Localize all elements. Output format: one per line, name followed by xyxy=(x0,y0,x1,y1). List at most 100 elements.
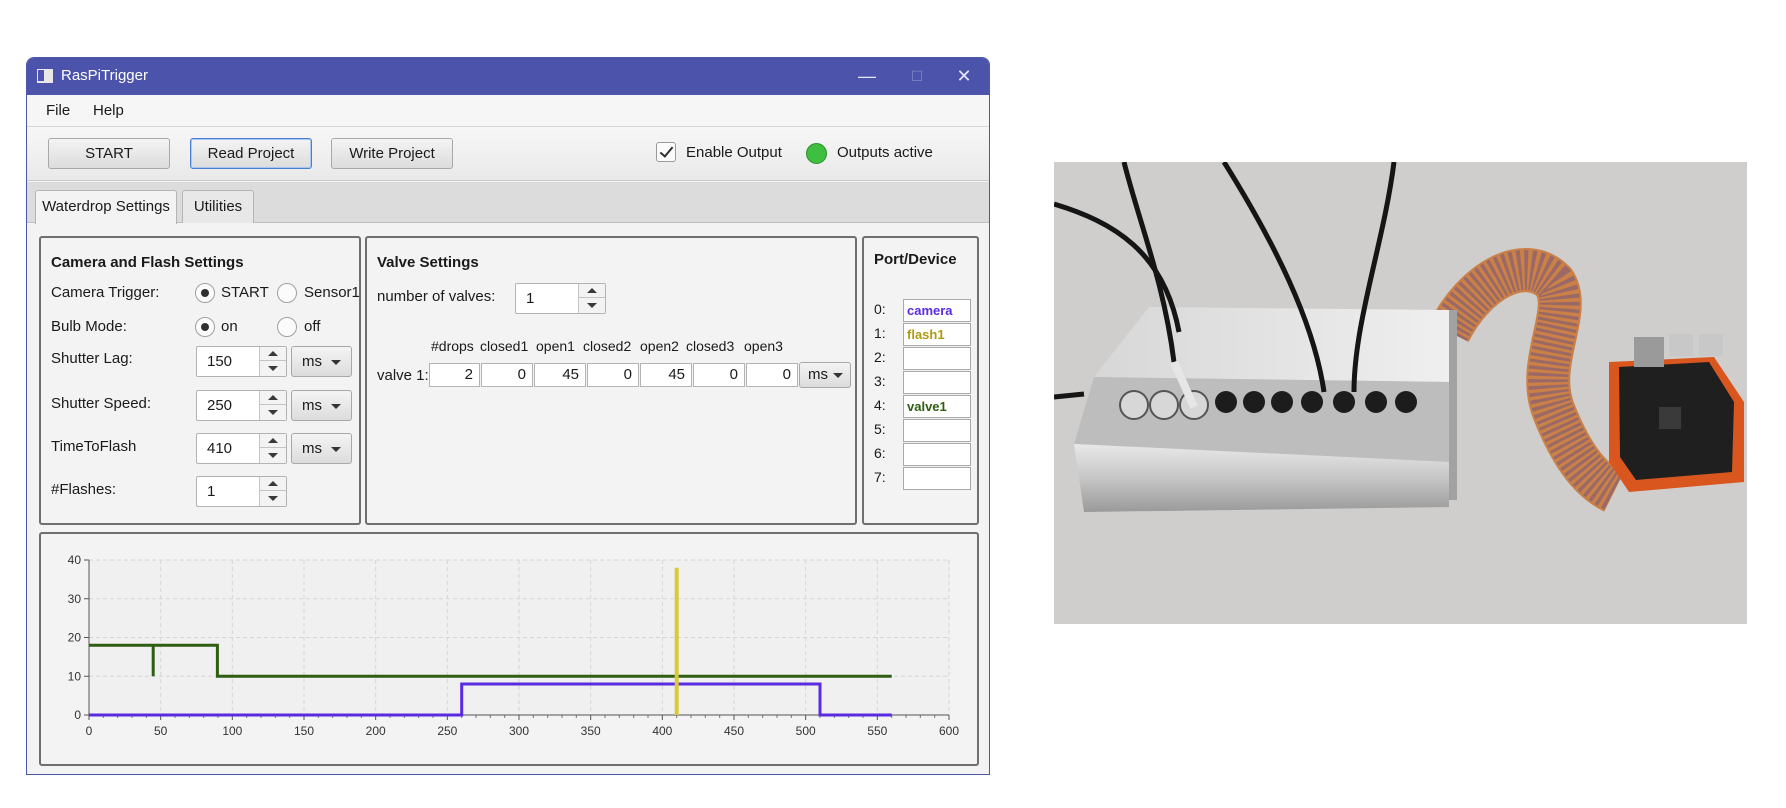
tab-utilities[interactable]: Utilities xyxy=(182,190,254,223)
port-device-field[interactable] xyxy=(903,371,971,394)
shutter-lag-label: Shutter Lag: xyxy=(51,350,133,367)
close-button[interactable]: ✕ xyxy=(939,58,989,95)
col-header-open3: open3 xyxy=(744,338,783,354)
col-header-closed1: closed1 xyxy=(480,338,529,354)
camera-trigger-label: Camera Trigger: xyxy=(51,284,160,301)
time-to-flash-label: TimeToFlash xyxy=(51,438,137,455)
num-valves-value: 1 xyxy=(526,290,535,307)
app-window: RasPiTrigger — ☐ ✕ File Help START Read … xyxy=(26,57,990,775)
spinner-down-icon[interactable] xyxy=(260,492,286,506)
bulb-on-radio[interactable] xyxy=(195,317,215,337)
closed2-field[interactable]: 0 xyxy=(587,363,639,387)
shutter-lag-spinner[interactable]: 150 xyxy=(196,346,287,377)
y-tick-label: 40 xyxy=(68,553,82,567)
closed1-field[interactable]: 0 xyxy=(481,363,533,387)
maximize-button[interactable]: ☐ xyxy=(892,58,942,95)
y-tick-label: 30 xyxy=(68,592,82,606)
x-tick-label: 600 xyxy=(939,724,959,738)
spinner-down-icon[interactable] xyxy=(579,299,605,313)
spinner-up-icon[interactable] xyxy=(260,391,286,405)
time-to-flash-unit-select[interactable]: ms xyxy=(291,433,352,464)
port-device-field[interactable] xyxy=(903,467,971,490)
bulb-off-label: off xyxy=(304,318,321,335)
open2-field[interactable]: 45 xyxy=(640,363,692,387)
toolbar: START Read Project Write Project Enable … xyxy=(27,127,989,181)
dropdown-caret-icon xyxy=(331,404,341,409)
write-project-button[interactable]: Write Project xyxy=(331,138,453,169)
closed3-field[interactable]: 0 xyxy=(693,363,745,387)
dropdown-caret-icon xyxy=(331,447,341,452)
menu-help[interactable]: Help xyxy=(93,102,124,119)
dropdown-caret-icon xyxy=(331,360,341,365)
trigger-box-image xyxy=(1054,162,1747,624)
spinner-down-icon[interactable] xyxy=(260,449,286,463)
start-button[interactable]: START xyxy=(48,138,170,169)
shutter-speed-spinner[interactable]: 250 xyxy=(196,390,287,421)
trigger-sensor1-label: Sensor1 xyxy=(304,284,360,301)
spinner-down-icon[interactable] xyxy=(260,362,286,376)
shutter-lag-value: 150 xyxy=(207,353,233,370)
valve-panel-title: Valve Settings xyxy=(377,254,479,271)
shutter-speed-unit-value: ms xyxy=(302,397,322,414)
shutter-speed-unit-select[interactable]: ms xyxy=(291,390,352,421)
outputs-active-label: Outputs active xyxy=(837,144,933,161)
tab-waterdrop-settings[interactable]: Waterdrop Settings xyxy=(35,190,177,224)
spinner-down-icon[interactable] xyxy=(260,406,286,420)
x-tick-label: 550 xyxy=(867,724,887,738)
col-header-open1: open1 xyxy=(536,338,575,354)
port-device-field[interactable] xyxy=(903,443,971,466)
x-tick-label: 200 xyxy=(366,724,386,738)
time-to-flash-unit-value: ms xyxy=(302,440,322,457)
open1-field[interactable]: 45 xyxy=(534,363,586,387)
port-device-field[interactable]: camera xyxy=(903,299,971,322)
minimize-button[interactable]: — xyxy=(842,58,892,95)
read-project-button[interactable]: Read Project xyxy=(190,138,312,169)
spinner-up-icon[interactable] xyxy=(579,284,605,298)
outputs-active-led-icon xyxy=(806,143,827,164)
menu-bar: File Help xyxy=(27,95,989,127)
col-header-closed2: closed2 xyxy=(583,338,632,354)
x-tick-label: 100 xyxy=(222,724,242,738)
bulb-mode-label: Bulb Mode: xyxy=(51,318,127,335)
spinner-up-icon[interactable] xyxy=(260,477,286,491)
trigger-sensor1-radio[interactable] xyxy=(277,283,297,303)
open3-field[interactable]: 0 xyxy=(746,363,798,387)
title-bar: RasPiTrigger — ☐ ✕ xyxy=(27,58,989,95)
timing-chart: 0 50 100 150 200 250 300 350 400 450 500 550 600 0 10 2… xyxy=(68,553,960,738)
app-icon xyxy=(37,69,53,83)
flashes-spinner[interactable]: 1 xyxy=(196,476,287,507)
x-tick-label: 400 xyxy=(652,724,672,738)
drops-field[interactable]: 2 xyxy=(429,363,480,387)
trigger-start-label: START xyxy=(221,284,269,301)
menu-file[interactable]: File xyxy=(46,102,70,119)
port-device-field[interactable]: flash1 xyxy=(903,323,971,346)
valve-unit-select[interactable]: ms xyxy=(799,362,851,388)
x-tick-label: 0 xyxy=(86,724,93,738)
camera-flash-panel: Camera and Flash Settings Camera Trigger… xyxy=(39,236,361,525)
x-tick-label: 50 xyxy=(154,724,168,738)
shutter-speed-label: Shutter Speed: xyxy=(51,395,152,412)
y-tick-label: 20 xyxy=(68,631,82,645)
camera-panel-title: Camera and Flash Settings xyxy=(51,254,244,271)
shutter-lag-unit-value: ms xyxy=(302,353,322,370)
port-label: 3: xyxy=(874,373,886,389)
port-device-field[interactable] xyxy=(903,419,971,442)
spinner-up-icon[interactable] xyxy=(260,434,286,448)
shutter-lag-unit-select[interactable]: ms xyxy=(291,346,352,377)
enable-output-checkbox[interactable] xyxy=(656,142,676,162)
time-to-flash-spinner[interactable]: 410 xyxy=(196,433,287,464)
num-valves-label: number of valves: xyxy=(377,288,496,305)
col-header-drops: #drops xyxy=(431,338,474,354)
port-device-field[interactable]: valve1 xyxy=(903,395,971,418)
port-label: 5: xyxy=(874,421,886,437)
port-device-field[interactable] xyxy=(903,347,971,370)
spinner-up-icon[interactable] xyxy=(260,347,286,361)
valve-unit-value: ms xyxy=(808,366,828,383)
valve-row-label: valve 1: xyxy=(377,367,429,384)
trigger-start-radio[interactable] xyxy=(195,283,215,303)
port-label: 6: xyxy=(874,445,886,461)
hardware-photo xyxy=(1054,162,1747,624)
bulb-off-radio[interactable] xyxy=(277,317,297,337)
num-valves-spinner[interactable]: 1 xyxy=(515,283,606,314)
y-tick-label: 0 xyxy=(74,708,81,722)
